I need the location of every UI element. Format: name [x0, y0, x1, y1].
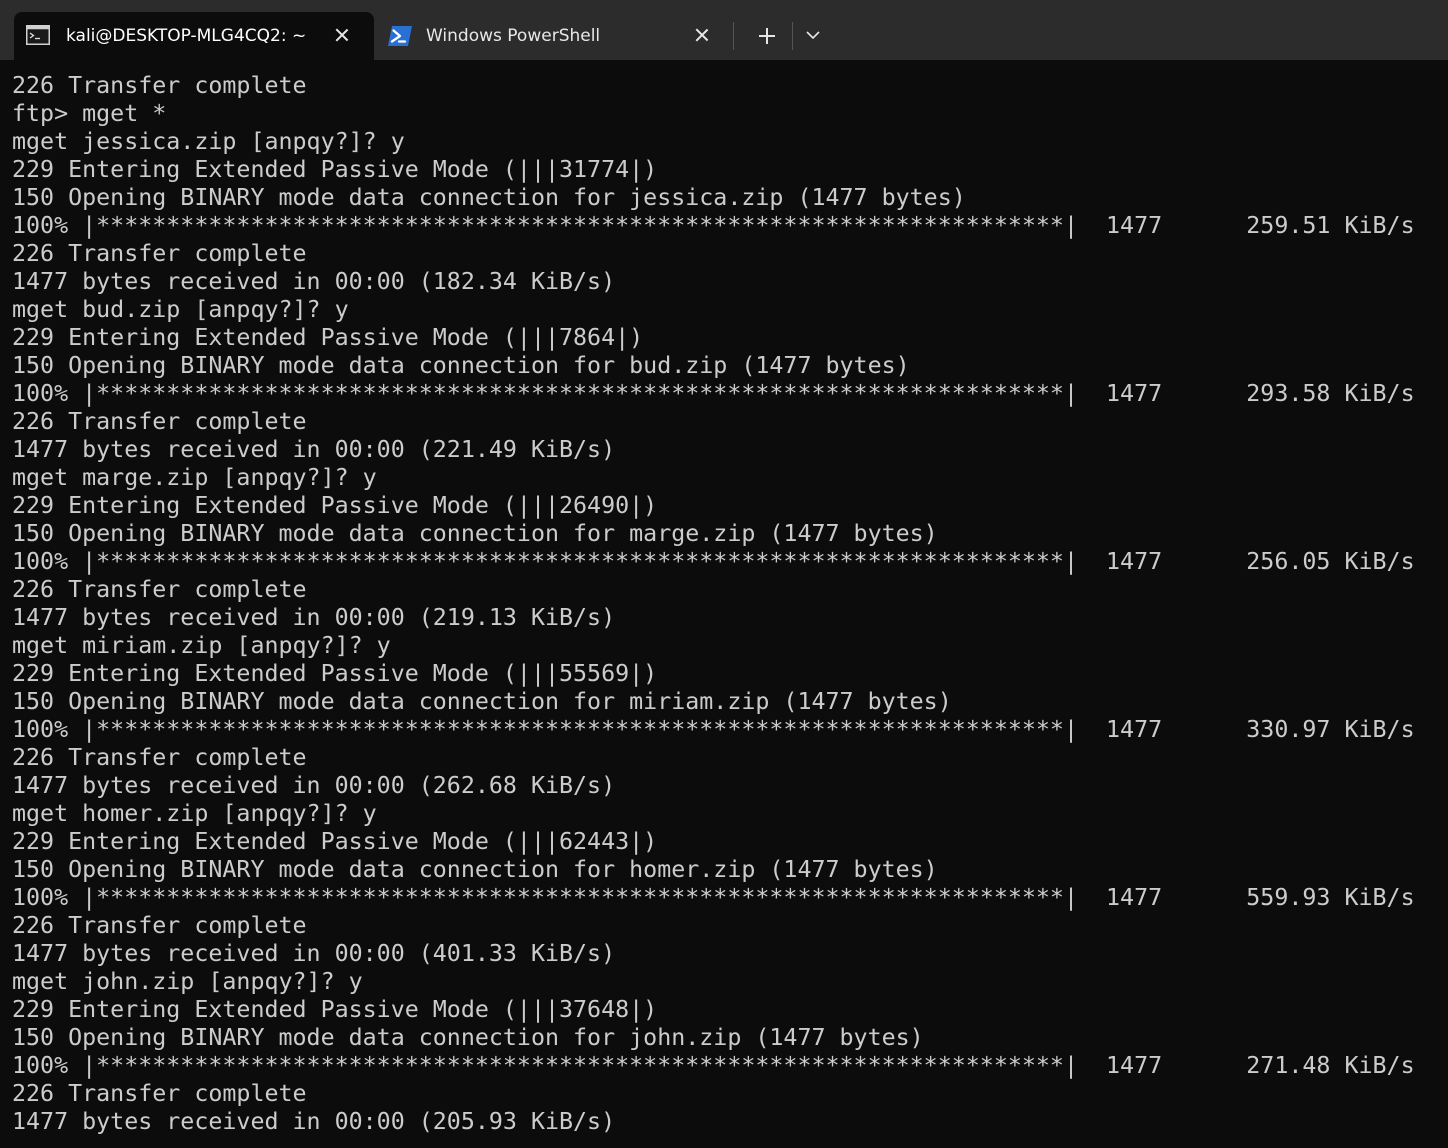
terminal-line: 226 Transfer complete	[12, 576, 307, 603]
terminal-line: mget john.zip [anpqy?]? y	[12, 968, 363, 995]
terminal-line: 100% |**********************************…	[12, 212, 1415, 239]
terminal-line: 150 Opening BINARY mode data connection …	[12, 1024, 924, 1051]
terminal-line: 229 Entering Extended Passive Mode (|||5…	[12, 660, 658, 687]
tab-bar: kali@DESKTOP-MLG4CQ2: ~ Windows PowerShe…	[0, 0, 1448, 60]
terminal-line: 100% |**********************************…	[12, 1052, 1415, 1079]
powershell-icon	[388, 26, 412, 46]
terminal-line: 1477 bytes received in 00:00 (221.49 KiB…	[12, 436, 616, 463]
terminal-line: 100% |**********************************…	[12, 716, 1415, 743]
new-tab-button[interactable]	[748, 18, 786, 54]
terminal-output[interactable]: 226 Transfer complete ftp> mget * mget jes…	[12, 72, 1448, 1148]
terminal-line: 229 Entering Extended Passive Mode (|||2…	[12, 492, 658, 519]
terminal-line: 1477 bytes received in 00:00 (219.13 KiB…	[12, 604, 616, 631]
terminal-line: 100% |**********************************…	[12, 380, 1415, 407]
terminal-line: 1477 bytes received in 00:00 (182.34 KiB…	[12, 268, 616, 295]
terminal-line: 100% |**********************************…	[12, 548, 1415, 575]
terminal-line: 229 Entering Extended Passive Mode (|||6…	[12, 828, 658, 855]
terminal-line: 226 Transfer complete	[12, 744, 307, 771]
tab-divider	[792, 22, 793, 50]
terminal-line: 150 Opening BINARY mode data connection …	[12, 688, 952, 715]
tab-title: Windows PowerShell	[426, 26, 601, 46]
terminal-line: 229 Entering Extended Passive Mode (|||3…	[12, 156, 658, 183]
dropdown-button[interactable]	[796, 18, 830, 54]
terminal-line: 1477 bytes received in 00:00 (262.68 KiB…	[12, 772, 616, 799]
chevron-down-icon	[806, 31, 820, 40]
terminal-line: 100% |**********************************…	[12, 884, 1415, 911]
close-icon[interactable]	[691, 24, 713, 46]
terminal-line: 226 Transfer complete	[12, 1080, 307, 1107]
close-icon[interactable]	[331, 24, 353, 46]
terminal-line: 1477 bytes received in 00:00 (205.93 KiB…	[12, 1108, 616, 1135]
terminal-line: 1477 bytes received in 00:00 (401.33 KiB…	[12, 940, 616, 967]
terminal-line: mget miriam.zip [anpqy?]? y	[12, 632, 391, 659]
terminal-line: ftp> mget *	[12, 100, 167, 127]
terminal-line: 150 Opening BINARY mode data connection …	[12, 184, 966, 211]
tab-divider	[733, 22, 734, 50]
tab-title: kali@DESKTOP-MLG4CQ2: ~	[66, 26, 307, 46]
terminal-line: mget marge.zip [anpqy?]? y	[12, 464, 377, 491]
terminal-line: mget jessica.zip [anpqy?]? y	[12, 128, 405, 155]
terminal-line: 229 Entering Extended Passive Mode (|||7…	[12, 324, 644, 351]
terminal-line: mget bud.zip [anpqy?]? y	[12, 296, 349, 323]
terminal-line: 226 Transfer complete	[12, 240, 307, 267]
tab-powershell[interactable]: Windows PowerShell	[374, 12, 730, 60]
terminal-line: 226 Transfer complete	[12, 72, 307, 99]
terminal-icon	[26, 25, 50, 45]
terminal-line: 226 Transfer complete	[12, 912, 307, 939]
terminal-line: 150 Opening BINARY mode data connection …	[12, 520, 938, 547]
terminal-line: 150 Opening BINARY mode data connection …	[12, 352, 910, 379]
terminal-window: kali@DESKTOP-MLG4CQ2: ~ Windows PowerShe…	[0, 0, 1448, 1148]
terminal-line: 150 Opening BINARY mode data connection …	[12, 856, 938, 883]
terminal-line: mget homer.zip [anpqy?]? y	[12, 800, 377, 827]
tab-kali[interactable]: kali@DESKTOP-MLG4CQ2: ~	[14, 12, 374, 60]
terminal-line: 226 Transfer complete	[12, 408, 307, 435]
terminal-line: 229 Entering Extended Passive Mode (|||3…	[12, 996, 658, 1023]
